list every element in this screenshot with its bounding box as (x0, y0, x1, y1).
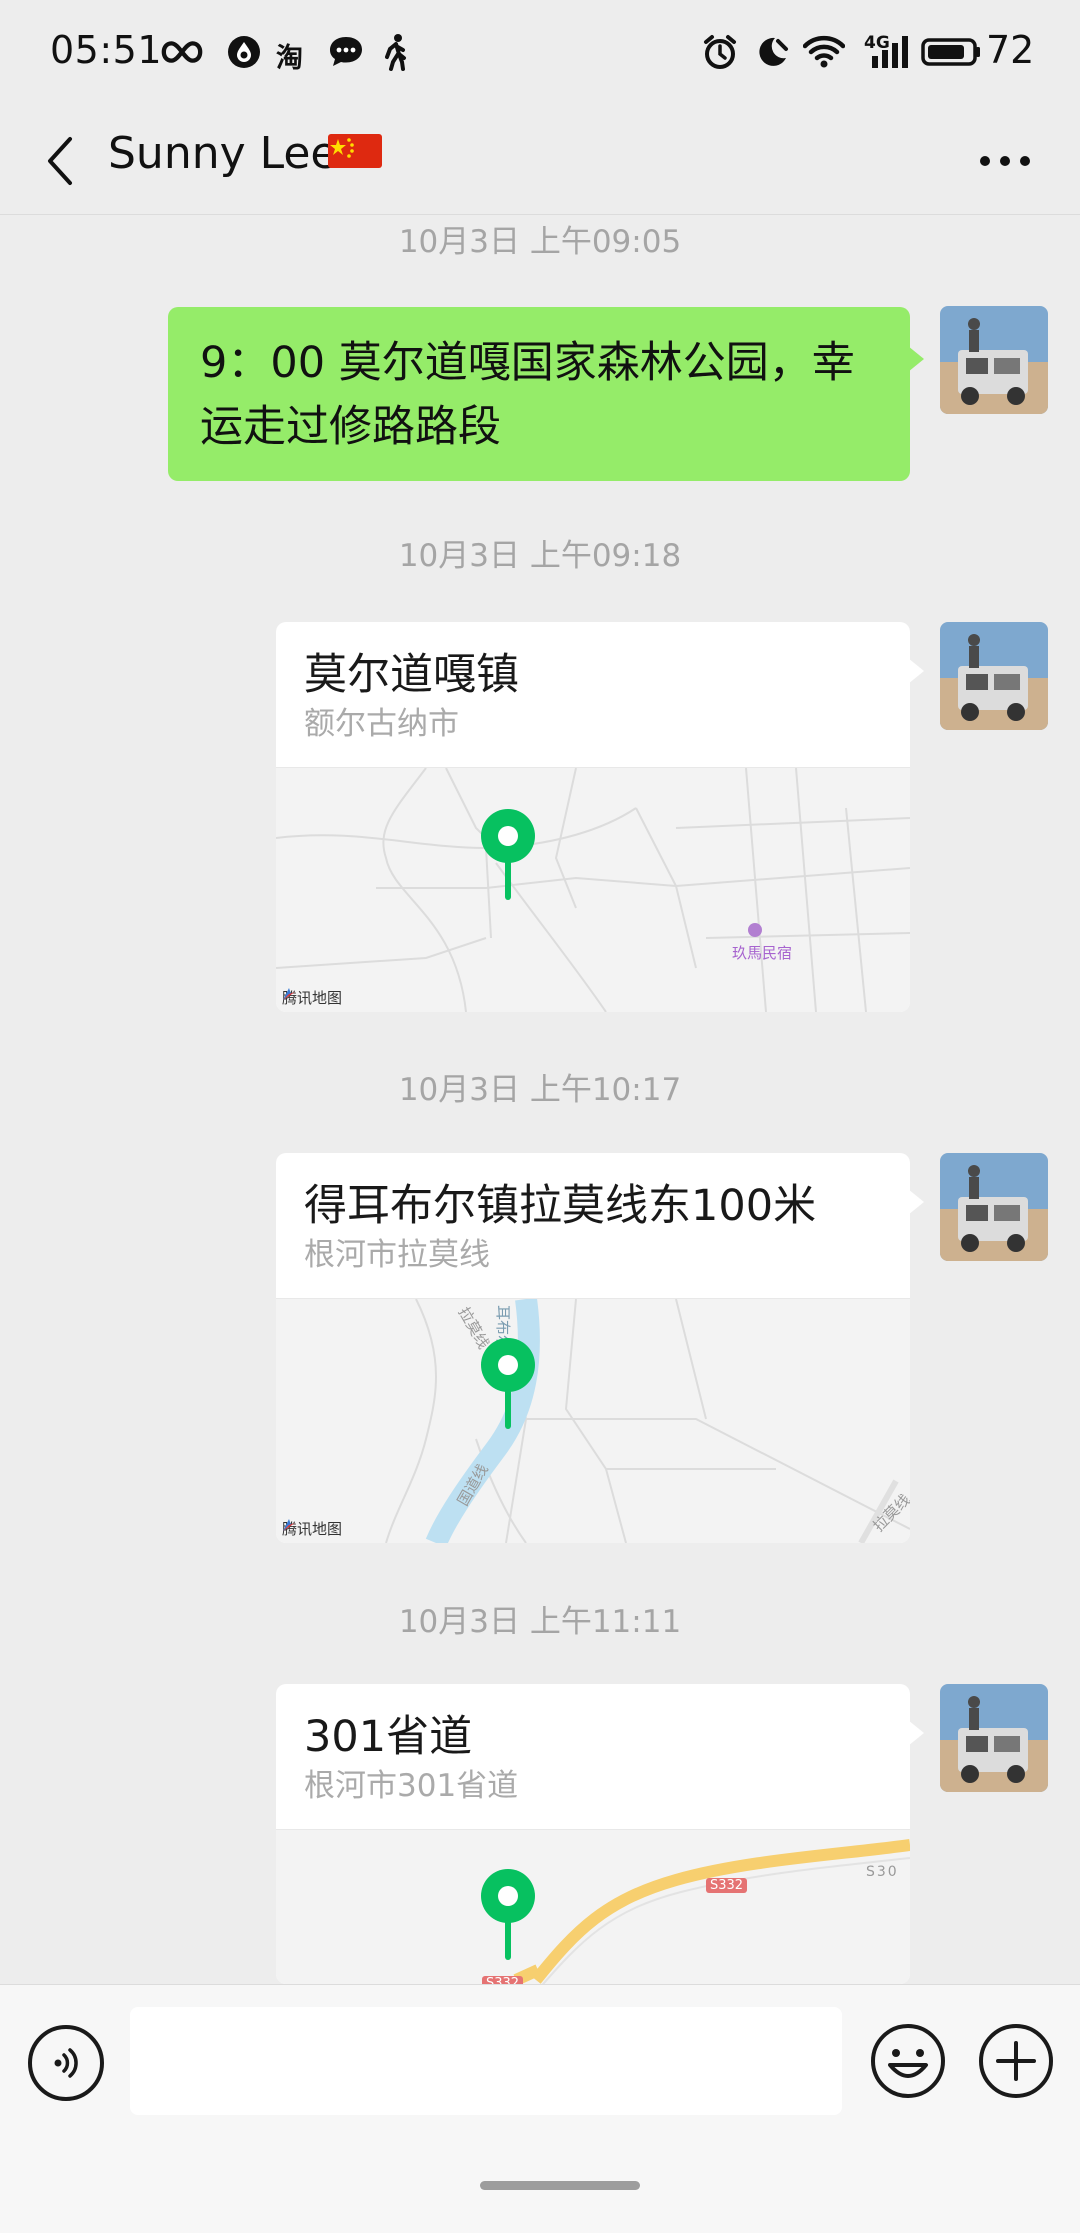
walking-icon (374, 30, 418, 74)
location-name: 301省道 (304, 1712, 473, 1762)
battery-level: 72 (986, 28, 1035, 72)
location-name: 莫尔道嘎镇 (304, 650, 519, 700)
chat-title[interactable]: Sunny Lee (108, 128, 338, 179)
map-road-label: S30 (866, 1864, 899, 1880)
chevron-left-icon (48, 137, 72, 185)
map-poi-label: 玖馬民宿 (732, 944, 793, 962)
drop-icon (222, 30, 266, 74)
map-road-badge: S332 (706, 1878, 748, 1893)
text-message-bubble[interactable]: 9：00 莫尔道嘎国家森林公园，幸运走过修路路段 (168, 307, 910, 481)
back-button[interactable] (28, 126, 92, 196)
dnd-icon (750, 30, 794, 74)
voice-icon (54, 2048, 78, 2078)
location-message-card[interactable]: 莫尔道嘎镇 额尔古纳市 玖馬民宿 腾讯地图 (276, 622, 910, 1012)
tencent-map-logo-icon (283, 988, 295, 1000)
message-timestamp: 10月3日 上午09:05 (398, 224, 682, 260)
location-address: 额尔古纳市 (304, 706, 459, 742)
infinity-icon (160, 30, 204, 74)
avatar[interactable] (940, 622, 1048, 730)
location-map-preview[interactable]: 耳布尔河 拉莫线 国道线 拉莫线 腾讯地图 (276, 1299, 910, 1543)
more-button[interactable] (970, 126, 1040, 196)
message-timestamp: 10月3日 上午10:17 (398, 1072, 682, 1108)
voice-button[interactable] (28, 2025, 104, 2101)
battery-icon (920, 30, 982, 74)
home-indicator[interactable] (480, 2181, 640, 2190)
taobao-icon: 淘 (276, 43, 303, 74)
chat-bubble-icon (324, 30, 368, 74)
tencent-map-logo-icon (283, 1519, 295, 1531)
location-map-preview[interactable]: S332 S30 S332 (276, 1830, 910, 1984)
message-text: 9：00 莫尔道嘎国家森林公园，幸运走过修路路段 (200, 338, 855, 452)
chat-header: Sunny Lee (0, 108, 1080, 215)
wifi-icon (802, 30, 846, 74)
avatar[interactable] (940, 1684, 1048, 1792)
location-map-preview[interactable]: 玖馬民宿 腾讯地图 (276, 768, 910, 1012)
alarm-icon (698, 30, 742, 74)
message-input[interactable] (130, 2007, 842, 2115)
emoji-button[interactable] (868, 2021, 948, 2101)
map-road-badge: S332 (482, 1976, 524, 1984)
avatar[interactable] (940, 1153, 1048, 1261)
map-credit: 腾讯地图 (282, 988, 343, 1007)
location-address: 根河市301省道 (304, 1768, 519, 1804)
signal-icon (868, 30, 912, 74)
input-bar (0, 1984, 1080, 2233)
location-message-card[interactable]: 得耳布尔镇拉莫线东100米 根河市拉莫线 耳布尔河 拉莫线 国道线 拉莫线 腾讯… (276, 1153, 910, 1543)
more-horizontal-icon (980, 156, 1030, 166)
avatar[interactable] (940, 306, 1048, 414)
status-bar: 05:51 淘 4G 72 (0, 0, 1080, 108)
location-address: 根河市拉莫线 (304, 1237, 490, 1273)
location-name: 得耳布尔镇拉莫线东100米 (304, 1181, 817, 1231)
location-message-card[interactable]: 301省道 根河市301省道 S332 S30 S332 (276, 1684, 910, 1984)
emoji-icon (871, 2024, 945, 2098)
flag-cn-icon (328, 130, 382, 170)
message-timestamp: 10月3日 上午11:11 (398, 1604, 682, 1640)
message-timestamp: 10月3日 上午09:18 (398, 538, 682, 574)
map-credit: 腾讯地图 (282, 1519, 343, 1538)
status-time: 05:51 (50, 28, 163, 72)
plus-icon (979, 2024, 1053, 2098)
more-functions-button[interactable] (976, 2021, 1056, 2101)
